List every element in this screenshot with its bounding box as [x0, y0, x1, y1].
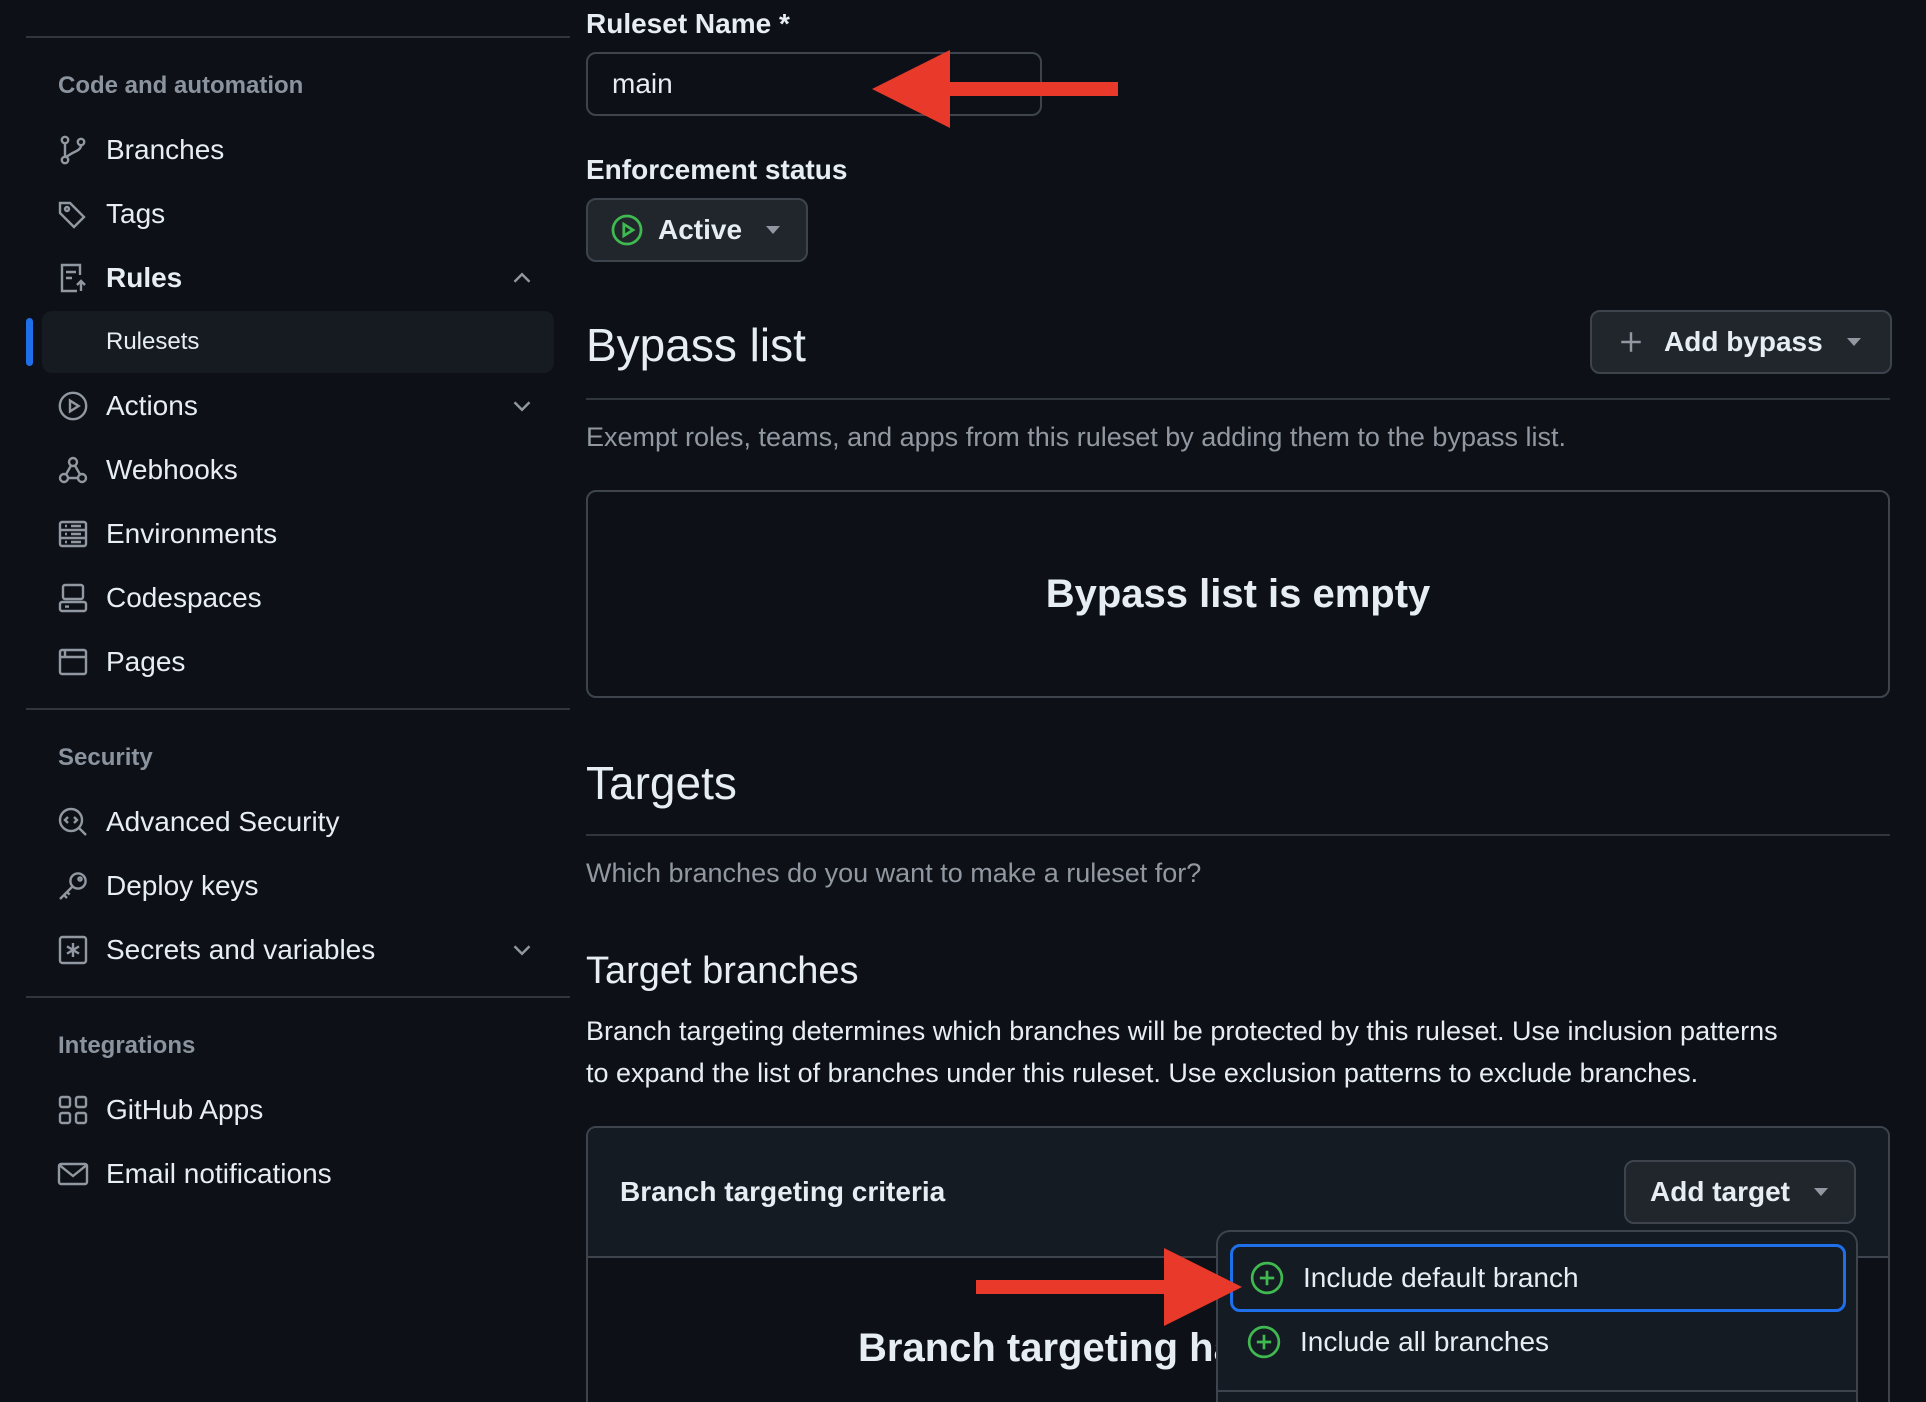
play-circle-icon [56, 389, 90, 423]
caret-down-icon [1814, 1188, 1828, 1196]
play-circle-icon [611, 214, 643, 246]
ruleset-name-input[interactable] [586, 52, 1042, 116]
ruleset-form: Ruleset Name * Enforcement status Active… [586, 0, 1926, 1402]
add-bypass-button[interactable]: Add bypass [1590, 310, 1892, 374]
sidebar-item-label: Codespaces [106, 582, 262, 613]
sidebar-item-pages[interactable]: Pages [42, 632, 554, 692]
target-branches-description-line2: to expand the list of branches under thi… [586, 1058, 1699, 1088]
caret-down-icon [766, 226, 781, 234]
bypass-empty-message: Bypass list is empty [1045, 571, 1431, 616]
branch-targeting-empty-heading: Branch targeting ha [858, 1326, 1236, 1370]
menu-item-label: Include all branches [1300, 1326, 1550, 1357]
server-icon [56, 517, 90, 551]
caret-down-icon [1846, 338, 1861, 346]
page-root: Code and automation Branches Tags Rules … [0, 0, 1926, 1402]
sidebar-item-webhooks[interactable]: Webhooks [42, 440, 554, 500]
sidebar-item-environments[interactable]: Environments [42, 504, 554, 564]
sidebar-item-codespaces[interactable]: Codespaces [42, 568, 554, 628]
bypass-description: Exempt roles, teams, and apps from this … [586, 422, 1566, 452]
sidebar-item-label: GitHub Apps [106, 1094, 264, 1125]
sidebar-heading-integrations: Integrations [58, 1032, 196, 1059]
sidebar-item-label: Webhooks [106, 454, 238, 485]
sidebar-divider [26, 996, 570, 998]
sidebar-item-label: Environments [106, 518, 278, 549]
sidebar-item-branches[interactable]: Branches [42, 120, 554, 180]
tag-icon [56, 197, 90, 231]
git-branch-icon [56, 133, 90, 167]
target-branches-title: Target branches [586, 950, 859, 992]
section-divider [586, 834, 1890, 836]
menu-item-include-default-branch[interactable]: Include default branch [1230, 1244, 1846, 1312]
sidebar-item-github-apps[interactable]: GitHub Apps [42, 1080, 554, 1140]
mail-icon [56, 1157, 90, 1191]
sidebar-item-label: Rulesets [106, 328, 200, 355]
sidebar-item-rules[interactable]: Rules [42, 248, 554, 308]
sidebar-item-label: Advanced Security [106, 806, 340, 837]
enforcement-status-label: Enforcement status [586, 154, 848, 185]
webhook-icon [56, 453, 90, 487]
sidebar-item-actions[interactable]: Actions [42, 376, 554, 436]
sidebar-item-label: Actions [106, 390, 198, 421]
sidebar-item-tags[interactable]: Tags [42, 184, 554, 244]
menu-divider [1218, 1390, 1856, 1392]
add-target-button[interactable]: Add target [1624, 1160, 1856, 1224]
chevron-down-icon [513, 945, 531, 956]
sidebar-divider [26, 36, 570, 38]
apps-grid-icon [56, 1093, 90, 1127]
sidebar-item-label: Deploy keys [106, 870, 259, 901]
add-target-menu: Include default branch Include all branc… [1216, 1230, 1858, 1402]
codescan-icon [56, 805, 90, 839]
enforcement-status-dropdown[interactable]: Active [586, 198, 808, 262]
menu-item-include-all-branches[interactable]: Include all branches [1230, 1308, 1846, 1376]
sidebar-item-advanced-security[interactable]: Advanced Security [42, 792, 554, 852]
add-target-label: Add target [1650, 1176, 1790, 1207]
sidebar-item-label: Rules [106, 262, 183, 293]
bypass-list-box: Bypass list is empty [586, 490, 1890, 698]
sidebar-item-label: Pages [106, 646, 186, 677]
chevron-down-icon [513, 401, 531, 412]
plus-circle-icon [1247, 1325, 1281, 1359]
sidebar-item-label: Branches [106, 134, 225, 165]
add-bypass-label: Add bypass [1664, 326, 1823, 357]
sidebar-item-rulesets[interactable]: Rulesets [42, 311, 554, 373]
bypass-list-title: Bypass list [586, 319, 806, 371]
branch-targeting-criteria-label: Branch targeting criteria [620, 1176, 946, 1207]
targets-title: Targets [586, 757, 737, 809]
key-icon [56, 869, 90, 903]
sidebar-item-secrets[interactable]: Secrets and variables [42, 920, 554, 980]
settings-sidebar: Code and automation Branches Tags Rules … [0, 0, 570, 1402]
plus-icon [1621, 332, 1641, 352]
sidebar-divider [26, 708, 570, 710]
chevron-up-icon [513, 272, 531, 283]
sidebar-item-deploy-keys[interactable]: Deploy keys [42, 856, 554, 916]
asterisk-box-icon [56, 933, 90, 967]
sidebar-item-label: Tags [106, 198, 166, 229]
sidebar-item-email-notifications[interactable]: Email notifications [42, 1144, 554, 1204]
rules-icon [56, 261, 90, 295]
menu-item-label: Include default branch [1303, 1262, 1579, 1293]
ruleset-name-label: Ruleset Name * [586, 8, 790, 39]
sidebar-item-label: Email notifications [106, 1158, 332, 1189]
target-branches-description-line1: Branch targeting determines which branch… [586, 1016, 1778, 1046]
active-item-marker [26, 318, 33, 366]
sidebar-heading-code-automation: Code and automation [58, 72, 304, 99]
browser-icon [56, 645, 90, 679]
sidebar-heading-security: Security [58, 744, 153, 771]
section-divider [586, 398, 1890, 400]
sidebar-item-label: Secrets and variables [106, 934, 376, 965]
codespaces-icon [56, 581, 90, 615]
enforcement-status-value: Active [658, 214, 743, 245]
targets-question: Which branches do you want to make a rul… [586, 858, 1202, 888]
plus-circle-icon [1250, 1261, 1284, 1295]
